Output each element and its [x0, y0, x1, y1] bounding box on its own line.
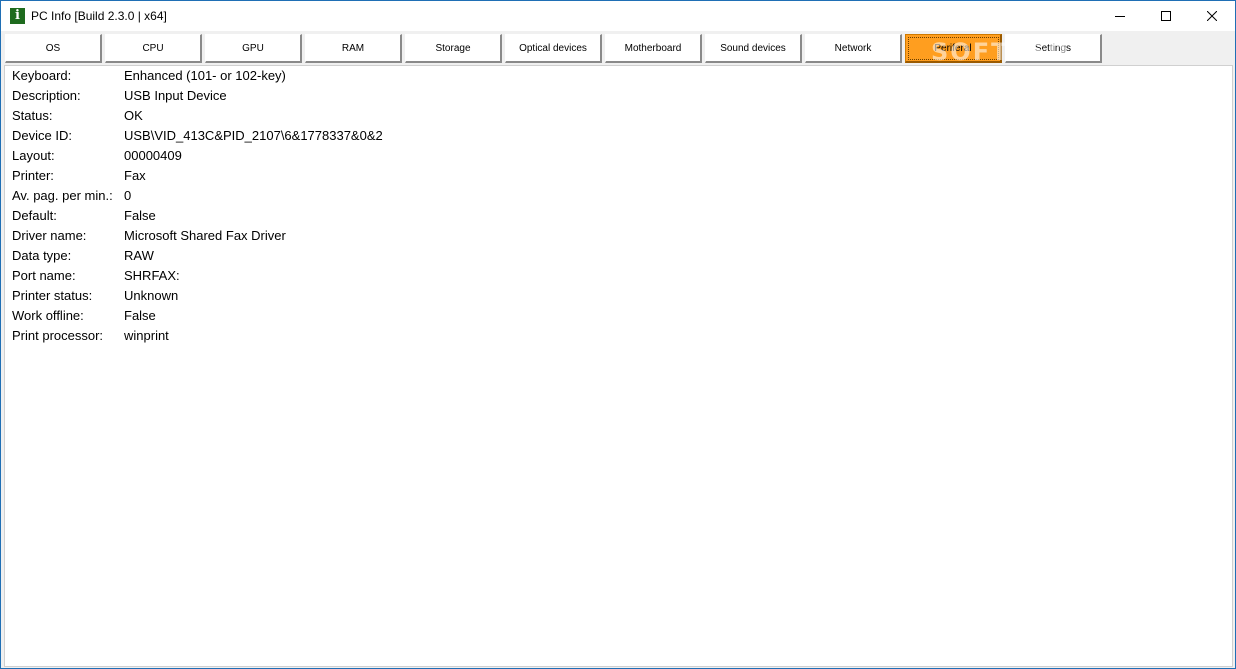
property-label: Description:	[12, 88, 81, 103]
property-value: Microsoft Shared Fax Driver	[124, 228, 286, 243]
property-label: Work offline:	[12, 308, 84, 323]
tab-network[interactable]: Network	[805, 34, 902, 63]
minimize-icon	[1115, 16, 1125, 17]
property-value: SHRFAX:	[124, 268, 180, 283]
tab-settings[interactable]: Settings	[1005, 34, 1102, 63]
property-label: Printer:	[12, 168, 54, 183]
property-value: OK	[124, 108, 143, 123]
close-icon	[1207, 11, 1217, 21]
property-value: RAW	[124, 248, 154, 263]
property-label: Av. pag. per min.:	[12, 188, 113, 203]
property-label: Printer status:	[12, 288, 93, 303]
property-label: Print processor:	[12, 328, 104, 343]
app-info-icon: i	[10, 8, 25, 24]
tab-gpu[interactable]: GPU	[205, 34, 302, 63]
tab-optical-devices[interactable]: Optical devices	[505, 34, 602, 63]
property-value: Fax	[124, 168, 146, 183]
maximize-icon	[1161, 11, 1171, 21]
tab-sound-devices[interactable]: Sound devices	[705, 34, 802, 63]
tab-storage[interactable]: Storage	[405, 34, 502, 63]
properties-panel: Keyboard: Enhanced (101- or 102-key) Desc…	[4, 65, 1233, 667]
property-value: winprint	[124, 328, 169, 343]
close-button[interactable]	[1189, 1, 1235, 31]
property-label: Port name:	[12, 268, 76, 283]
property-value: Enhanced (101- or 102-key)	[124, 68, 286, 83]
property-value: 0	[124, 188, 132, 203]
tab-ram[interactable]: RAM	[305, 34, 402, 63]
property-label: Status:	[12, 108, 53, 123]
property-value: 00000409	[124, 148, 182, 163]
property-value: USB Input Device	[124, 88, 227, 103]
minimize-button[interactable]	[1097, 1, 1143, 31]
property-label: Layout:	[12, 148, 55, 163]
tab-motherboard[interactable]: Motherboard	[605, 34, 702, 63]
property-value: USB\VID_413C&PID_2107\6&1778337&0&2	[124, 128, 383, 143]
property-label: Keyboard:	[12, 68, 72, 83]
title-bar[interactable]: i PC Info [Build 2.3.0 | x64]	[1, 1, 1235, 31]
app-window: i PC Info [Build 2.3.0 | x64] OS CPU GPU…	[0, 0, 1236, 669]
maximize-button[interactable]	[1143, 1, 1189, 31]
property-value: Unknown	[124, 288, 179, 303]
tab-os[interactable]: OS	[5, 34, 102, 63]
tab-cpu[interactable]: CPU	[105, 34, 202, 63]
property-label: Data type:	[12, 248, 72, 263]
property-label: Driver name:	[12, 228, 87, 243]
property-value: False	[124, 208, 156, 223]
window-title: PC Info [Build 2.3.0 | x64]	[31, 9, 167, 23]
property-label: Device ID:	[12, 128, 72, 143]
property-label: Default:	[12, 208, 57, 223]
property-value: False	[124, 308, 156, 323]
tab-bar: OS CPU GPU RAM Storage Optical devices M…	[1, 31, 1235, 65]
tab-periferal[interactable]: Periferal	[905, 34, 1002, 63]
